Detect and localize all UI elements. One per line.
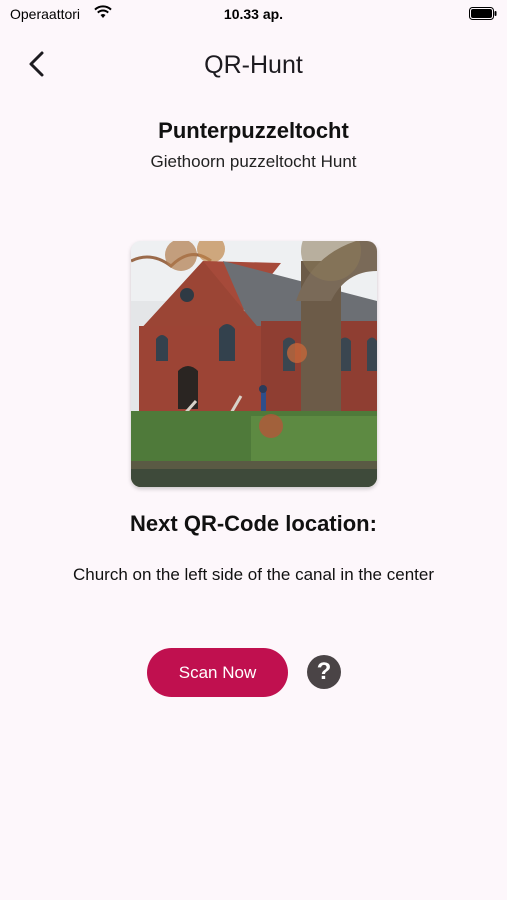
scan-now-button[interactable]: Scan Now: [147, 648, 288, 697]
next-location-heading: Next QR-Code location:: [130, 511, 377, 536]
location-description: Church on the left side of the canal in …: [72, 565, 434, 584]
status-bar: Operaattori 10.33 ap.: [0, 0, 507, 28]
location-photo: [131, 241, 377, 487]
clock: 10.33 ap.: [223, 6, 284, 22]
hunt-title: Punterpuzzeltocht: [158, 118, 349, 143]
navigation-bar: QR-Hunt: [0, 28, 507, 102]
page-title: QR-Hunt: [204, 51, 303, 79]
scan-now-label: Scan Now: [178, 662, 257, 682]
question-mark-icon: ?: [316, 658, 332, 685]
help-button[interactable]: ?: [307, 655, 341, 689]
battery-icon: [469, 7, 497, 23]
hunt-subtitle: Giethoorn puzzeltocht Hunt: [150, 152, 357, 171]
